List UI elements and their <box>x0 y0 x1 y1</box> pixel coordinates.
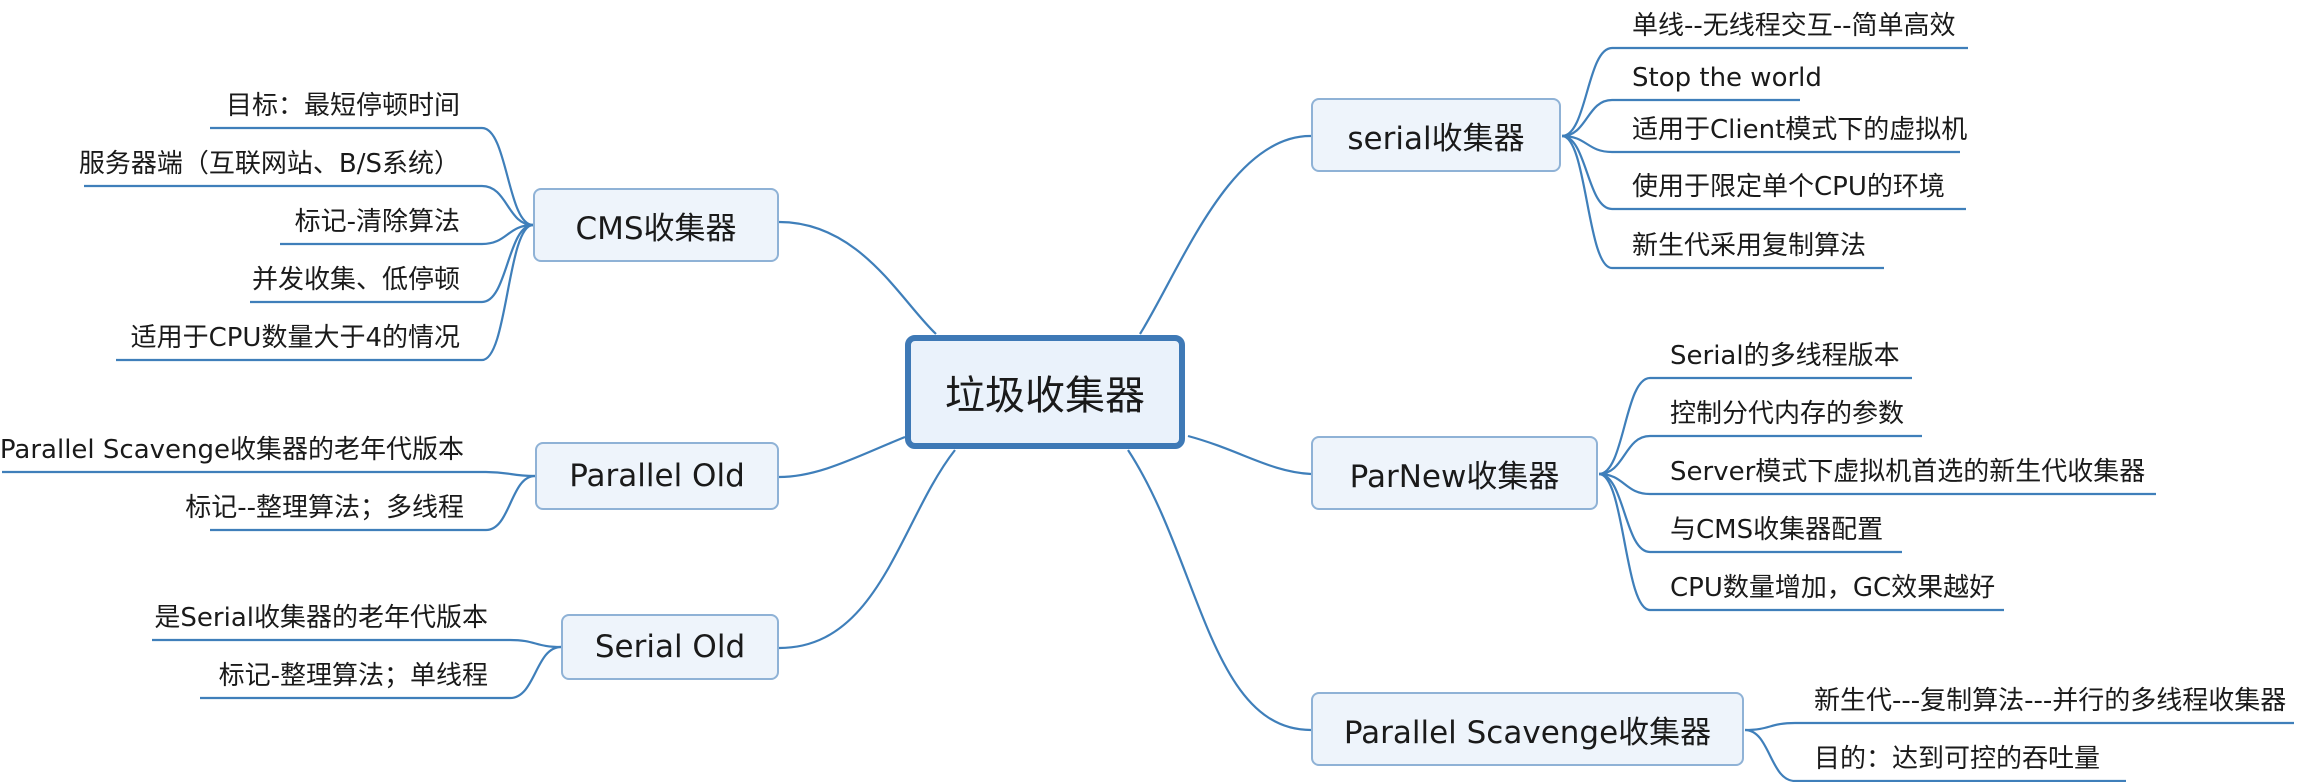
branch-label: CMS收集器 <box>575 210 737 247</box>
serial-leaf-edge <box>1561 134 1613 270</box>
branch-parallel-scavenge[interactable]: Parallel Scavenge收集器 <box>1311 692 1744 766</box>
branch-parnew[interactable]: ParNew收集器 <box>1311 436 1598 510</box>
leaf-topic[interactable]: Serial的多线程版本 <box>1670 340 1900 372</box>
leaf-topic[interactable]: 新生代---复制算法---并行的多线程收集器 <box>1814 685 2286 717</box>
branch-label: ParNew收集器 <box>1349 458 1560 495</box>
leaf-topic[interactable]: 标记--整理算法；多线程 <box>185 492 464 524</box>
leaf-topic[interactable]: 是Serial收集器的老年代版本 <box>154 602 488 634</box>
serial-old-leaf-edge <box>509 638 562 649</box>
root-edge <box>1187 434 1312 476</box>
scavenge-leaf-edge <box>1744 728 1796 782</box>
leaf-topic[interactable]: 使用于限定单个CPU的环境 <box>1632 171 1945 203</box>
parnew-leaf-edge <box>1598 376 1651 476</box>
cms-leaf-edge <box>481 126 534 227</box>
leaf-topic[interactable]: Server模式下虚拟机首选的新生代收集器 <box>1670 456 2145 488</box>
mind-map-canvas: { "root": { "label": "垃圾收集器" }, "branche… <box>0 0 2302 782</box>
serial-leaf-edge <box>1561 46 1613 138</box>
leaf-topic[interactable]: 目的：达到可控的吞吐量 <box>1814 743 2100 775</box>
leaf-topic[interactable]: 控制分代内存的参数 <box>1670 398 1904 430</box>
root-label: 垃圾收集器 <box>945 373 1145 419</box>
leaf-topic[interactable]: Parallel Scavenge收集器的老年代版本 <box>0 434 464 466</box>
leaf-topic[interactable]: CPU数量增加，GC效果越好 <box>1670 572 1995 604</box>
leaf-topic[interactable]: Stop the world <box>1632 62 1822 94</box>
leaf-topic[interactable]: 标记-清除算法 <box>295 206 460 238</box>
branch-cms[interactable]: CMS收集器 <box>533 188 779 262</box>
leaf-topic[interactable]: 适用于Client模式下的虚拟机 <box>1632 114 1967 146</box>
serial-old-leaf-edge <box>509 645 562 700</box>
cms-leaf-edge <box>481 223 534 362</box>
root-edge <box>778 220 937 335</box>
root-node[interactable]: 垃圾收集器 <box>905 335 1185 449</box>
leaf-topic[interactable]: 新生代采用复制算法 <box>1632 230 1866 262</box>
root-edge <box>1127 449 1312 732</box>
leaf-topic[interactable]: 与CMS收集器配置 <box>1670 514 1883 546</box>
leaf-topic[interactable]: 服务器端（互联网站、B/S系统） <box>79 148 460 180</box>
serial-leaf-edge <box>1561 98 1613 138</box>
branch-parallel-old[interactable]: Parallel Old <box>535 442 779 510</box>
leaf-topic[interactable]: 标记-整理算法；单线程 <box>219 660 488 692</box>
branch-label: Parallel Old <box>569 458 745 494</box>
parallel-old-leaf-edge <box>485 470 536 478</box>
parnew-leaf-edge <box>1598 434 1651 476</box>
branch-serial-old[interactable]: Serial Old <box>561 614 779 680</box>
cms-leaf-edge <box>481 184 534 227</box>
root-edge <box>778 449 956 650</box>
scavenge-leaf-edge <box>1744 721 1796 732</box>
branch-label: Serial Old <box>594 629 746 665</box>
branch-serial[interactable]: serial收集器 <box>1311 98 1561 172</box>
leaf-topic[interactable]: 目标：最短停顿时间 <box>226 90 460 122</box>
parallel-old-leaf-edge <box>485 474 536 532</box>
root-edge <box>1139 134 1312 335</box>
leaf-topic[interactable]: 单线--无线程交互--简单高效 <box>1632 10 1956 42</box>
root-edge <box>778 435 906 479</box>
branch-label: Parallel Scavenge收集器 <box>1343 714 1712 751</box>
branch-label: serial收集器 <box>1347 120 1525 157</box>
leaf-topic[interactable]: 适用于CPU数量大于4的情况 <box>131 322 460 354</box>
leaf-topic[interactable]: 并发收集、低停顿 <box>252 264 460 296</box>
